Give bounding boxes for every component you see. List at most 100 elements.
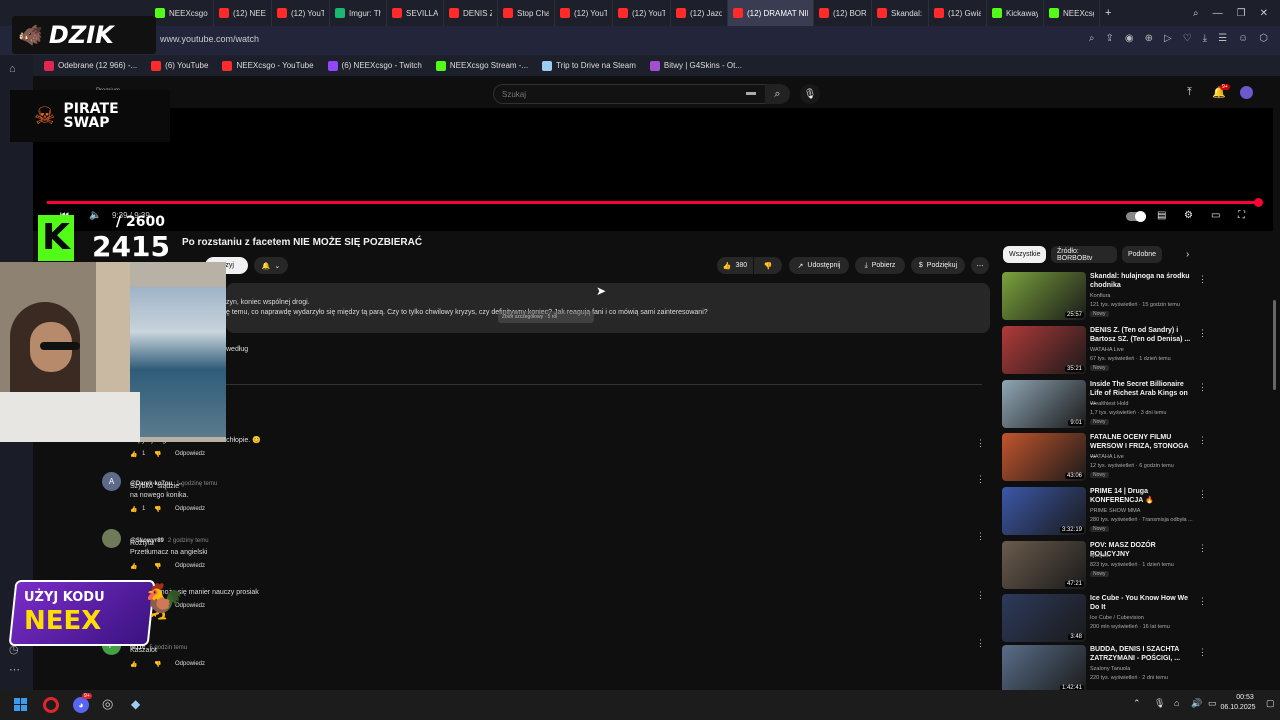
mic-icon[interactable]: 🎙 [800,84,820,104]
video-thumbnail[interactable]: 3:32:19 [1002,487,1086,535]
comment-more-icon[interactable]: ⋮ [976,438,985,449]
video-thumbnail[interactable]: 3:48 [1002,594,1086,642]
browser-tab[interactable]: (12) BORB [814,0,872,26]
notifications-toggle-button[interactable]: 🔔 ⌄ [254,257,288,274]
share-icon[interactable]: ⇪ [1105,33,1113,44]
browser-tab[interactable]: (12) YouTu [272,0,330,26]
recommended-channel[interactable]: WATAHA Live [1090,347,1124,353]
comment-reply-button[interactable]: Odpowiedz [175,506,205,512]
discord-icon[interactable]: ◕ [73,697,89,713]
comment-avatar[interactable] [102,529,121,548]
opera-icon[interactable] [43,697,59,713]
comment-more-icon[interactable]: ⋮ [976,474,985,485]
comment-avatar[interactable]: A [102,472,121,491]
video-progress-bar[interactable] [47,201,1258,204]
recommended-channel[interactable]: PRIME SHOW MMA [1090,508,1140,514]
zoom-icon[interactable]: ⌕ [1089,33,1095,44]
settings-gear-icon[interactable]: ⚙ [1184,210,1193,221]
heart-icon[interactable]: ♡ [1183,33,1192,44]
recommended-title[interactable]: Skandal: hulajnoga na środku chodnika [1090,272,1194,290]
tray-mic-icon[interactable]: 🎙 [1154,698,1165,709]
browser-tab[interactable]: (12) Jazda [671,0,728,26]
url-field[interactable]: www.youtube.com/watch [160,34,259,44]
page-scrollbar[interactable] [1273,300,1276,390]
more-actions-button[interactable]: ⋯ [971,257,989,274]
recommended-title[interactable]: PRIME 14 | Druga KONFERENCJA 🔥 [1090,487,1194,505]
account-avatar[interactable] [1240,86,1253,99]
more-icon[interactable]: ⋯ [9,663,20,676]
clock-time[interactable]: 00:53 [1228,694,1262,701]
recommended-video[interactable]: 43:06 FATALNE OCENY FILMU WERSOW I FRIZA,… [1002,433,1207,481]
share-button[interactable]: ↗ Udostępnij [789,257,849,274]
comment-like-icon[interactable]: 👍 [130,451,137,458]
recommended-more-icon[interactable]: ⋮ [1198,435,1207,446]
recommended-video[interactable]: 3:32:19 PRIME 14 | Druga KONFERENCJA 🔥 PRI… [1002,487,1207,535]
browser-tab[interactable]: DENIS ZA [444,0,498,26]
recommended-more-icon[interactable]: ⋮ [1198,596,1207,607]
comment-dislike-icon[interactable]: 👎 [154,563,161,570]
search-tabs-icon[interactable]: ⌕ [1193,8,1199,19]
recommended-more-icon[interactable]: ⋮ [1198,543,1207,554]
browser-tab[interactable]: Stop Cham [498,0,555,26]
keyboard-icon[interactable]: ▬ [746,87,756,98]
video-thumbnail[interactable]: 25:57 [1002,272,1086,320]
filter-chip[interactable]: Źródło: BORBOBtv [1051,246,1117,263]
video-thumbnail[interactable]: 43:06 [1002,433,1086,481]
recommended-title[interactable]: DENIS Z. (Ten od Sandry) i Bartosz SZ. (… [1090,326,1194,344]
steam-taskbar-icon[interactable]: ◆ [131,697,140,711]
maximize-button[interactable]: ❐ [1237,8,1246,19]
comment-more-icon[interactable]: ⋮ [976,638,985,649]
recommended-more-icon[interactable]: ⋮ [1198,489,1207,500]
bookmark-item[interactable]: Bitwy | G4Skins - Ot... [649,60,742,71]
notification-center-icon[interactable]: ▢ [1266,698,1275,709]
browser-tab[interactable]: SEVILLA N [387,0,444,26]
play-icon[interactable]: ▷ [1164,33,1172,44]
browser-tab[interactable]: (12) YouTu [613,0,671,26]
comment-more-icon[interactable]: ⋮ [976,531,985,542]
subtitles-icon[interactable]: ▤ [1157,210,1166,221]
comment-like-icon[interactable]: 👍 [130,506,137,513]
recommended-channel[interactable]: Wealthiest Hold [1090,401,1128,407]
tray-chevron-icon[interactable]: ⌃ [1133,698,1141,709]
fullscreen-icon[interactable]: ⛶ [1238,210,1245,221]
video-player[interactable] [33,108,1273,231]
filter-chip[interactable]: Podobne [1122,246,1162,263]
home-icon[interactable]: ⌂ [9,63,16,75]
recommended-channel[interactable]: Konfiura [1090,293,1111,299]
browser-tab[interactable]: (12) YouTu [555,0,613,26]
download-button[interactable]: ⤓ Pobierz [855,257,905,274]
clock-date[interactable]: 06.10.2025 [1213,704,1263,711]
video-thumbnail[interactable]: 35:21 [1002,326,1086,374]
comment-reply-button[interactable]: Odpowiedz [175,661,205,667]
bookmark-item[interactable]: (6) YouTube [151,60,208,71]
recommended-video[interactable]: 35:21 DENIS Z. (Ten od Sandry) i Bartosz … [1002,326,1207,374]
bookmark-item[interactable]: (6) NEEXcsgo - Twitch [327,60,422,71]
video-description[interactable]: zyn, koniec wspólnej drogi. ę temu, co n… [226,283,990,333]
download-icon[interactable]: ⤓ [1203,33,1207,44]
thanks-button[interactable]: $ Podziękuj [911,257,965,274]
recommended-channel[interactable]: Szalony Tanuola [1090,666,1130,672]
theater-mode-icon[interactable]: ▭ [1211,210,1220,221]
recommended-channel[interactable]: WATAHA Live [1090,454,1124,460]
recommended-more-icon[interactable]: ⋮ [1198,328,1207,339]
recommended-video[interactable]: 3:48 Ice Cube - You Know How We Do It Ice … [1002,594,1207,642]
recommended-title[interactable]: Ice Cube - You Know How We Do It [1090,594,1194,612]
recommended-more-icon[interactable]: ⋮ [1198,382,1207,393]
tray-volume-icon[interactable]: 🔊 [1191,698,1202,709]
browser-tab[interactable]: (12) DRAMAT NIKI [728,0,814,26]
autoplay-toggle[interactable] [1126,211,1146,222]
chips-next-icon[interactable]: › [1186,249,1189,260]
recommended-channel[interactable]: Ice Cube / Cubevision [1090,615,1144,621]
browser-tab[interactable]: Kickaway [987,0,1044,26]
minimize-button[interactable]: — [1213,8,1223,19]
camera-icon[interactable]: ◉ [1125,33,1134,44]
tray-network-icon[interactable]: ⌂ [1174,698,1179,708]
recommended-title[interactable]: BUDDA, DENIS I SZACHTA ZATRZYMANI - POŚC… [1090,645,1194,663]
recommended-video[interactable]: 9:01 Inside The Secret Billionaire Life o… [1002,380,1207,428]
browser-tab[interactable]: (12) Gwiaz [929,0,987,26]
comment-like-icon[interactable]: 👍 [130,661,137,668]
recommended-video[interactable]: 25:57 Skandal: hulajnoga na środku chodni… [1002,272,1207,320]
new-tab-button[interactable]: + [1100,0,1116,26]
comment-dislike-icon[interactable]: 👎 [154,661,161,668]
recommended-video[interactable]: 47:21 POV: MASZ DOZÓR POLICYJNY ojwojtek 82… [1002,541,1207,589]
